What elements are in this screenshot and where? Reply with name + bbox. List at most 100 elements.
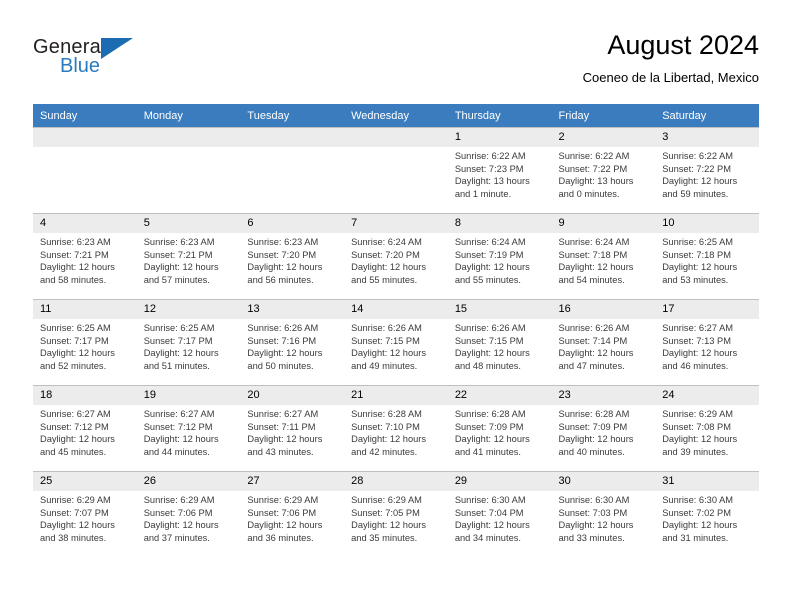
sunset-text: Sunset: 7:18 PM bbox=[558, 249, 628, 260]
calendar-day-cell[interactable]: 17 Sunrise: 6:27 AM Sunset: 7:13 PM Dayligh… bbox=[655, 299, 759, 386]
sunset-text: Sunset: 7:14 PM bbox=[558, 335, 628, 346]
calendar-week-row: 18 Sunrise: 6:27 AM Sunset: 7:12 PM Dayligh… bbox=[33, 385, 759, 472]
day-details: Sunrise: 6:24 AM Sunset: 7:18 PM Daylight:… bbox=[552, 233, 656, 286]
sunrise-text: Sunrise: 6:22 AM bbox=[662, 151, 734, 161]
calendar-day-cell[interactable]: 9 Sunrise: 6:24 AM Sunset: 7:18 PM Daylight… bbox=[551, 213, 656, 300]
day-number: 7 bbox=[344, 214, 448, 233]
day-details: Sunrise: 6:28 AM Sunset: 7:09 PM Daylight:… bbox=[552, 405, 656, 458]
daylight-text-line2: and 47 minutes. bbox=[558, 360, 625, 371]
day-details: Sunrise: 6:30 AM Sunset: 7:04 PM Daylight:… bbox=[448, 491, 552, 544]
daylight-text-line2: and 43 minutes. bbox=[247, 446, 314, 457]
daylight-text-line1: Daylight: 12 hours bbox=[247, 520, 323, 531]
calendar-day-cell[interactable]: 14 Sunrise: 6:26 AM Sunset: 7:15 PM Dayligh… bbox=[344, 299, 448, 386]
calendar-day-cell[interactable]: 2 Sunrise: 6:22 AM Sunset: 7:22 PM Daylight… bbox=[551, 127, 656, 214]
calendar-day-cell[interactable]: 23 Sunrise: 6:28 AM Sunset: 7:09 PM Dayligh… bbox=[551, 385, 656, 472]
sunset-text: Sunset: 7:12 PM bbox=[143, 421, 213, 432]
sunset-text: Sunset: 7:20 PM bbox=[351, 249, 420, 260]
day-number: 26 bbox=[136, 472, 241, 491]
calendar-day-cell[interactable]: 13 Sunrise: 6:26 AM Sunset: 7:16 PM Dayligh… bbox=[240, 299, 345, 386]
daylight-text-line1: Daylight: 12 hours bbox=[454, 434, 530, 445]
calendar-day-cell[interactable]: 26 Sunrise: 6:29 AM Sunset: 7:06 PM Dayligh… bbox=[136, 471, 241, 557]
calendar-day-cell[interactable]: 6 Sunrise: 6:23 AM Sunset: 7:20 PM Daylight… bbox=[240, 213, 345, 300]
calendar-day-cell[interactable]: 30 Sunrise: 6:30 AM Sunset: 7:03 PM Dayligh… bbox=[551, 471, 656, 557]
calendar-day-cell[interactable]: 8 Sunrise: 6:24 AM Sunset: 7:19 PM Daylight… bbox=[447, 213, 552, 300]
sunrise-text: Sunrise: 6:27 AM bbox=[662, 323, 734, 333]
calendar-day-cell[interactable]: 11 Sunrise: 6:25 AM Sunset: 7:17 PM Dayligh… bbox=[33, 299, 137, 386]
calendar-day-cell[interactable]: 16 Sunrise: 6:26 AM Sunset: 7:14 PM Dayligh… bbox=[551, 299, 656, 386]
daylight-text-line2: and 39 minutes. bbox=[662, 446, 729, 457]
sunset-text: Sunset: 7:02 PM bbox=[662, 507, 731, 518]
calendar-day-cell[interactable]: 24 Sunrise: 6:29 AM Sunset: 7:08 PM Dayligh… bbox=[655, 385, 759, 472]
day-number: 29 bbox=[447, 472, 552, 491]
sunset-text: Sunset: 7:17 PM bbox=[40, 335, 109, 346]
day-details: Sunrise: 6:27 AM Sunset: 7:11 PM Daylight:… bbox=[240, 405, 344, 458]
day-details: Sunrise: 6:27 AM Sunset: 7:12 PM Daylight:… bbox=[137, 405, 241, 458]
daylight-text-line2: and 35 minutes. bbox=[351, 532, 418, 543]
daylight-text-line2: and 53 minutes. bbox=[662, 274, 729, 285]
sunrise-text: Sunrise: 6:23 AM bbox=[143, 237, 215, 247]
page-subtitle: Coeneo de la Libertad, Mexico bbox=[582, 70, 759, 85]
sunrise-text: Sunrise: 6:28 AM bbox=[351, 409, 422, 419]
sunrise-text: Sunrise: 6:24 AM bbox=[351, 237, 422, 247]
calendar-day-cell[interactable]: 25 Sunrise: 6:29 AM Sunset: 7:07 PM Dayligh… bbox=[33, 471, 137, 557]
calendar-day-cell[interactable]: 1 Sunrise: 6:22 AM Sunset: 7:23 PM Daylight… bbox=[447, 127, 552, 214]
calendar-day-cell[interactable]: 31 Sunrise: 6:30 AM Sunset: 7:02 PM Dayligh… bbox=[655, 471, 759, 557]
daylight-text-line1: Daylight: 12 hours bbox=[247, 262, 323, 273]
sunrise-text: Sunrise: 6:29 AM bbox=[40, 495, 111, 505]
calendar-day-cell[interactable]: 19 Sunrise: 6:27 AM Sunset: 7:12 PM Dayligh… bbox=[136, 385, 241, 472]
weekday-header-monday: Monday bbox=[136, 104, 241, 128]
calendar-day-cell[interactable]: 21 Sunrise: 6:28 AM Sunset: 7:10 PM Dayligh… bbox=[344, 385, 448, 472]
daylight-text-line2: and 50 minutes. bbox=[247, 360, 314, 371]
day-details: Sunrise: 6:30 AM Sunset: 7:02 PM Daylight:… bbox=[655, 491, 759, 544]
calendar-day-cell[interactable]: 5 Sunrise: 6:23 AM Sunset: 7:21 PM Daylight… bbox=[136, 213, 241, 300]
daylight-text-line2: and 59 minutes. bbox=[662, 188, 729, 199]
calendar-week-row: 25 Sunrise: 6:29 AM Sunset: 7:07 PM Dayligh… bbox=[33, 471, 759, 557]
daylight-text-line2: and 51 minutes. bbox=[143, 360, 210, 371]
sunset-text: Sunset: 7:12 PM bbox=[40, 421, 109, 432]
calendar-day-cell[interactable]: 7 Sunrise: 6:24 AM Sunset: 7:20 PM Daylight… bbox=[344, 213, 448, 300]
sunrise-text: Sunrise: 6:30 AM bbox=[662, 495, 734, 505]
sunrise-text: Sunrise: 6:28 AM bbox=[558, 409, 630, 419]
general-blue-logo[interactable]: General Blue bbox=[33, 36, 153, 84]
calendar-day-cell[interactable]: 4 Sunrise: 6:23 AM Sunset: 7:21 PM Daylight… bbox=[33, 213, 137, 300]
calendar-day-cell[interactable]: 20 Sunrise: 6:27 AM Sunset: 7:11 PM Dayligh… bbox=[240, 385, 345, 472]
day-details: Sunrise: 6:26 AM Sunset: 7:16 PM Daylight:… bbox=[240, 319, 344, 372]
calendar-day-cell[interactable]: 29 Sunrise: 6:30 AM Sunset: 7:04 PM Dayligh… bbox=[447, 471, 552, 557]
daylight-text-line1: Daylight: 12 hours bbox=[40, 434, 115, 445]
calendar-day-cell[interactable]: 27 Sunrise: 6:29 AM Sunset: 7:06 PM Dayligh… bbox=[240, 471, 345, 557]
sunset-text: Sunset: 7:19 PM bbox=[454, 249, 524, 260]
daylight-text-line2: and 45 minutes. bbox=[40, 446, 107, 457]
weekday-header-sunday: Sunday bbox=[33, 104, 137, 128]
day-details: Sunrise: 6:23 AM Sunset: 7:21 PM Daylight:… bbox=[137, 233, 241, 286]
day-details: Sunrise: 6:26 AM Sunset: 7:15 PM Daylight:… bbox=[448, 319, 552, 372]
sunrise-text: Sunrise: 6:27 AM bbox=[40, 409, 111, 419]
sunrise-text: Sunrise: 6:26 AM bbox=[351, 323, 422, 333]
sunrise-text: Sunrise: 6:23 AM bbox=[247, 237, 319, 247]
sunset-text: Sunset: 7:15 PM bbox=[351, 335, 420, 346]
calendar-day-cell[interactable]: 15 Sunrise: 6:26 AM Sunset: 7:15 PM Dayligh… bbox=[447, 299, 552, 386]
daylight-text-line1: Daylight: 12 hours bbox=[40, 520, 115, 531]
sunset-text: Sunset: 7:07 PM bbox=[40, 507, 109, 518]
calendar-day-cell[interactable]: 28 Sunrise: 6:29 AM Sunset: 7:05 PM Dayligh… bbox=[344, 471, 448, 557]
sunrise-text: Sunrise: 6:27 AM bbox=[247, 409, 319, 419]
daylight-text-line1: Daylight: 13 hours bbox=[558, 176, 634, 187]
calendar-day-cell[interactable]: 10 Sunrise: 6:25 AM Sunset: 7:18 PM Dayligh… bbox=[655, 213, 759, 300]
day-number: 20 bbox=[240, 386, 345, 405]
day-number: 2 bbox=[551, 128, 656, 147]
weekday-header-tuesday: Tuesday bbox=[240, 104, 345, 128]
daylight-text-line1: Daylight: 12 hours bbox=[558, 348, 634, 359]
calendar-day-cell[interactable]: 18 Sunrise: 6:27 AM Sunset: 7:12 PM Dayligh… bbox=[33, 385, 137, 472]
day-number bbox=[136, 128, 241, 147]
day-number: 17 bbox=[655, 300, 759, 319]
sunrise-text: Sunrise: 6:29 AM bbox=[247, 495, 319, 505]
calendar-day-cell[interactable]: 3 Sunrise: 6:22 AM Sunset: 7:22 PM Daylight… bbox=[655, 127, 759, 214]
calendar-day-cell[interactable]: 12 Sunrise: 6:25 AM Sunset: 7:17 PM Dayligh… bbox=[136, 299, 241, 386]
sunset-text: Sunset: 7:15 PM bbox=[454, 335, 524, 346]
daylight-text-line1: Daylight: 12 hours bbox=[247, 348, 323, 359]
daylight-text-line1: Daylight: 12 hours bbox=[40, 348, 115, 359]
day-number: 3 bbox=[655, 128, 759, 147]
calendar-day-cell[interactable]: 22 Sunrise: 6:28 AM Sunset: 7:09 PM Dayligh… bbox=[447, 385, 552, 472]
day-details: Sunrise: 6:26 AM Sunset: 7:15 PM Daylight:… bbox=[344, 319, 448, 372]
sunrise-text: Sunrise: 6:23 AM bbox=[40, 237, 111, 247]
sunrise-text: Sunrise: 6:22 AM bbox=[558, 151, 630, 161]
